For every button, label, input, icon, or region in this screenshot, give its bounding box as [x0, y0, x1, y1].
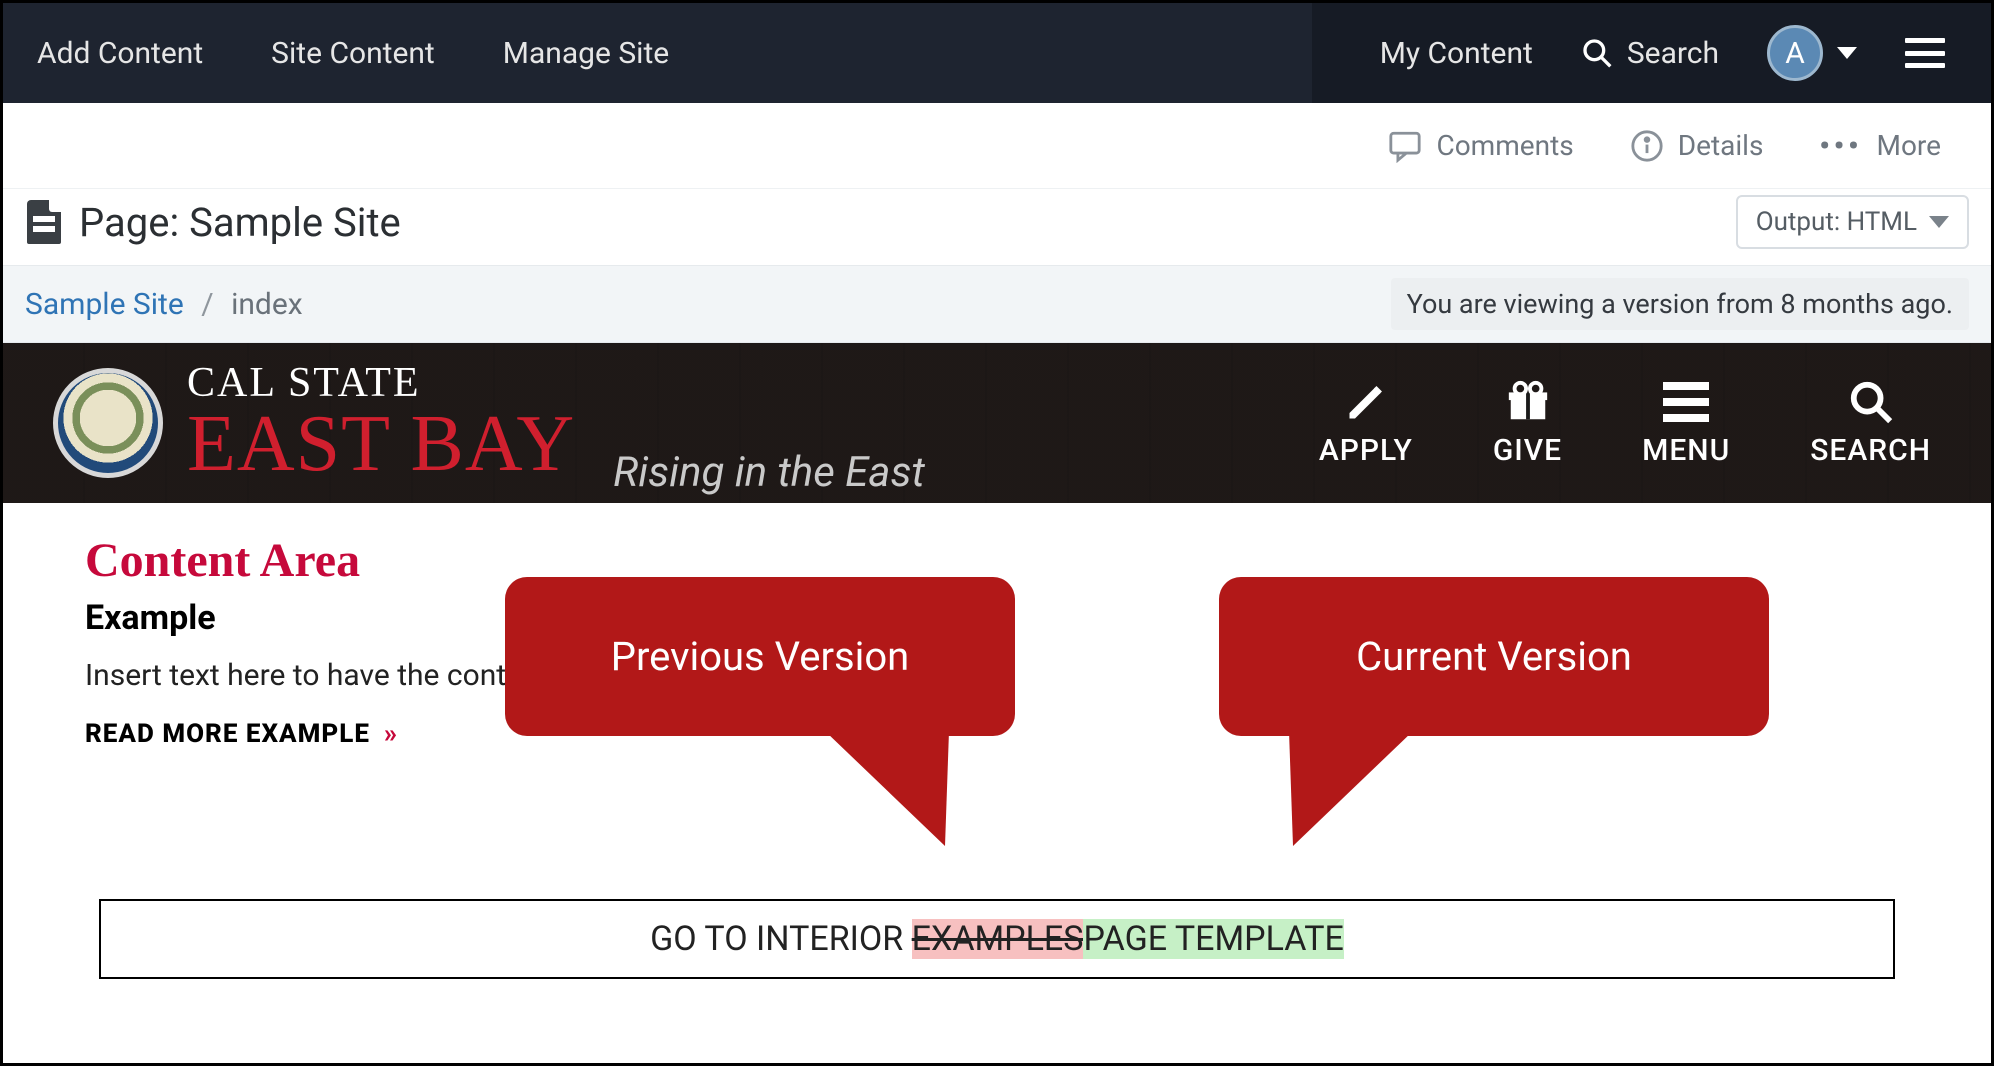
site-nav-search[interactable]: SEARCH	[1810, 379, 1931, 468]
brand-top: CAL STATE	[187, 362, 575, 404]
top-nav: Add Content Site Content Manage Site My …	[3, 3, 1991, 103]
nav-add-content[interactable]: Add Content	[3, 36, 237, 71]
gift-icon	[1505, 379, 1551, 425]
site-nav-menu[interactable]: MENU	[1642, 379, 1730, 468]
site-header: CAL STATE EAST BAY Rising in the East AP…	[3, 343, 1991, 503]
nav-manage-site[interactable]: Manage Site	[469, 36, 703, 71]
details-label: Details	[1678, 129, 1764, 162]
page-icon	[27, 200, 61, 244]
callout-tail-icon	[825, 731, 949, 846]
details-button[interactable]: Details	[1602, 129, 1792, 163]
site-nav-give-label: GIVE	[1493, 433, 1562, 468]
info-icon	[1630, 129, 1664, 163]
top-nav-left: Add Content Site Content Manage Site	[3, 3, 1312, 103]
page-title-name: Sample Site	[189, 199, 401, 246]
page-title: Page: Sample Site	[27, 199, 401, 246]
pencil-icon	[1343, 379, 1389, 425]
nav-search[interactable]: Search	[1557, 36, 1743, 71]
brand-tagline: Rising in the East	[613, 448, 925, 497]
user-menu[interactable]: A	[1743, 25, 1881, 81]
brand-main: EAST BAY	[187, 404, 575, 484]
callout-current-label: Current Version	[1356, 633, 1632, 680]
callout-previous-version: Previous Version	[505, 577, 1015, 736]
breadcrumb-bar: Sample Site / index You are viewing a ve…	[3, 265, 1991, 343]
diff-removed: EXAMPLES	[912, 919, 1084, 959]
comment-icon	[1388, 129, 1422, 163]
chevron-down-icon	[1929, 216, 1949, 228]
site-nav-apply-label: APPLY	[1319, 433, 1413, 468]
read-more-label: READ MORE EXAMPLE	[85, 719, 370, 749]
avatar: A	[1767, 25, 1823, 81]
output-select[interactable]: Output: HTML	[1736, 195, 1969, 249]
diff-prefix: GO TO INTERIOR	[650, 919, 912, 959]
callout-current-version: Current Version	[1219, 577, 1769, 736]
site-nav-search-label: SEARCH	[1810, 433, 1931, 468]
comments-label: Comments	[1436, 129, 1573, 162]
nav-search-label: Search	[1627, 36, 1719, 71]
chevron-down-icon	[1837, 47, 1857, 59]
breadcrumb: Sample Site / index	[25, 287, 303, 322]
more-label: More	[1877, 129, 1942, 162]
page-title-prefix: Page:	[79, 199, 189, 246]
more-dots-icon: •••	[1819, 129, 1862, 162]
brand-block: CAL STATE EAST BAY	[187, 362, 575, 484]
search-icon	[1848, 379, 1894, 425]
diff-line: GO TO INTERIOR EXAMPLESPAGE TEMPLATE	[99, 899, 1895, 979]
comments-button[interactable]: Comments	[1360, 129, 1601, 163]
sub-bar: Comments Details ••• More	[3, 103, 1991, 189]
menu-icon	[1663, 379, 1709, 425]
callout-previous-label: Previous Version	[611, 633, 910, 680]
hamburger-menu[interactable]	[1881, 38, 1969, 68]
title-row: Page: Sample Site Output: HTML	[3, 189, 1991, 265]
university-seal-icon	[53, 368, 163, 478]
more-button[interactable]: ••• More	[1791, 129, 1969, 162]
chevron-right-icon: »	[384, 719, 398, 749]
version-note: You are viewing a version from 8 months …	[1391, 278, 1969, 330]
nav-site-content[interactable]: Site Content	[237, 36, 469, 71]
breadcrumb-current: index	[231, 287, 303, 322]
site-nav: APPLY GIVE MENU SEARCH	[1319, 379, 1991, 468]
breadcrumb-separator: /	[191, 287, 223, 322]
diff-added: PAGE TEMPLATE	[1083, 919, 1343, 959]
site-nav-apply[interactable]: APPLY	[1319, 379, 1413, 468]
nav-my-content[interactable]: My Content	[1356, 36, 1557, 71]
top-nav-right: My Content Search A	[1312, 3, 1991, 103]
breadcrumb-root[interactable]: Sample Site	[25, 287, 184, 322]
site-nav-give[interactable]: GIVE	[1493, 379, 1562, 468]
output-select-label: Output: HTML	[1756, 207, 1917, 237]
site-nav-menu-label: MENU	[1642, 433, 1730, 468]
hamburger-icon	[1905, 38, 1945, 68]
callout-tail-icon	[1289, 731, 1413, 846]
search-icon	[1581, 37, 1613, 69]
